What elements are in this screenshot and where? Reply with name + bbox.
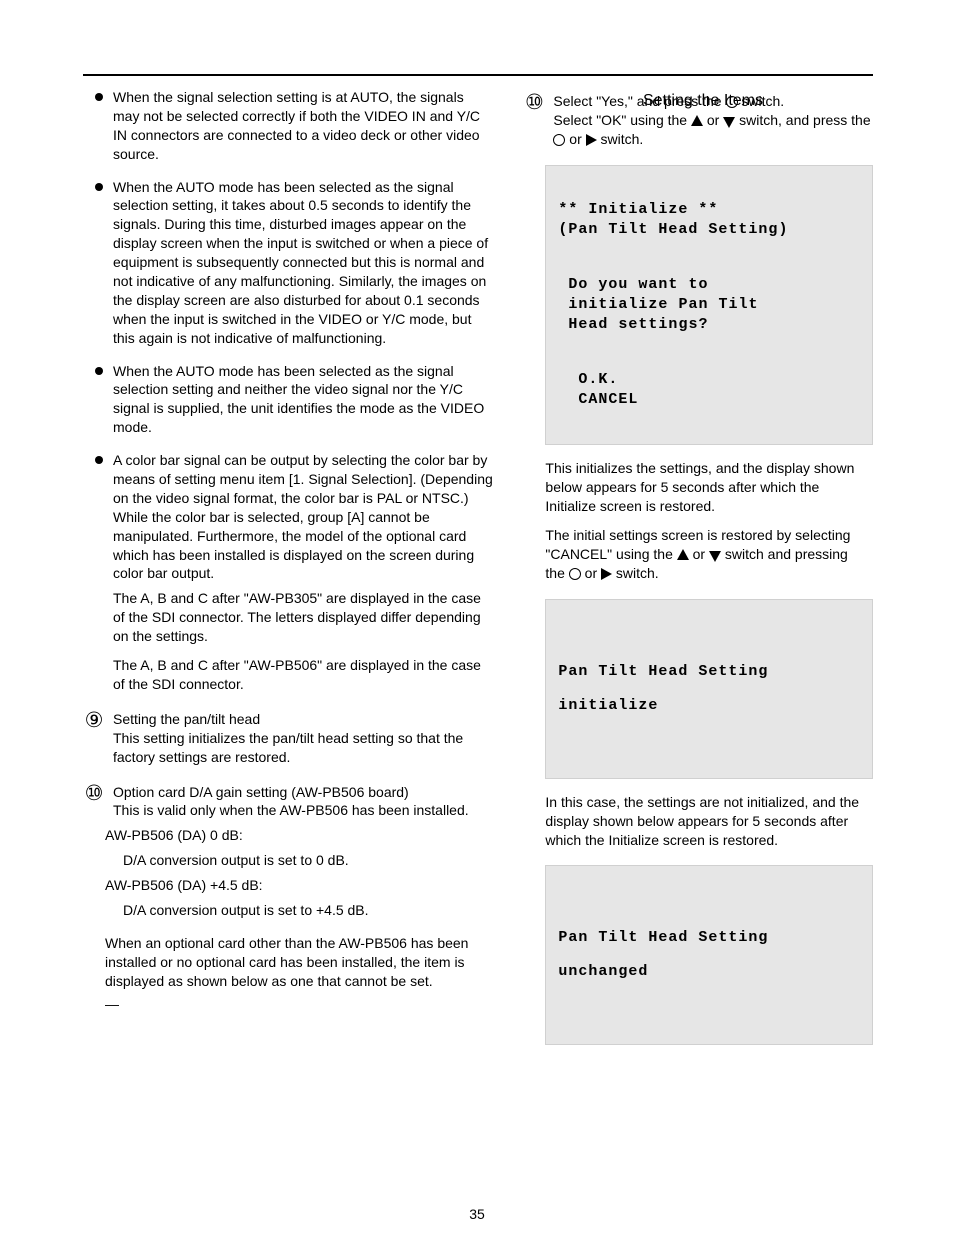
bullet-item: When the signal selection setting is at …: [83, 88, 493, 164]
circled-number-10-icon: ⑩: [523, 92, 545, 113]
note-text: The A, B and C after "AW-PB506" are disp…: [113, 656, 493, 694]
step-title: Option card D/A gain setting (AW-PB506 b…: [113, 783, 493, 802]
step-line: Select "OK" using the or switch, and pre…: [553, 111, 873, 130]
lcd-screen: Pan Tilt Head Setting initialize: [545, 599, 873, 779]
arrow-up-icon: [677, 549, 689, 560]
note-text: The A, B and C after "AW-PB305" are disp…: [113, 589, 493, 646]
screen-line: unchanged: [558, 962, 860, 982]
screen-line: (Pan Tilt Head Setting): [558, 221, 788, 238]
step-body: This is valid only when the AW-PB506 has…: [113, 801, 493, 820]
no-item-dash: —: [105, 995, 493, 1014]
arrow-right-icon: [586, 134, 597, 146]
step-title: Setting the pan/tilt head: [113, 710, 493, 729]
bullet-icon: [95, 456, 103, 464]
enter-icon: [553, 134, 565, 146]
step-line: AW-PB506 (DA) 0 dB:: [105, 826, 493, 845]
paragraph: In this case, the settings are not initi…: [545, 793, 873, 850]
right-column: ⑩ Select "Yes," and press the switch. Se…: [523, 82, 873, 1045]
step-body: This setting initializes the pan/tilt he…: [113, 729, 493, 767]
left-column: When the signal selection setting is at …: [83, 82, 493, 1045]
step-line: D/A conversion output is set to +4.5 dB.: [123, 901, 493, 920]
screen-line: Pan Tilt Head Setting: [558, 928, 860, 948]
page-title: Setting the Items: [643, 90, 763, 112]
screen-line: ** Initialize **: [558, 201, 718, 218]
bullet-text: When the signal selection setting is at …: [113, 88, 493, 164]
circled-number-9-icon: ⑨: [83, 710, 105, 731]
bullet-item: A color bar signal can be output by sele…: [83, 451, 493, 583]
screen-line: Head settings?: [558, 316, 708, 333]
screen-line: Pan Tilt Head Setting: [558, 662, 860, 682]
paragraph: The initial settings screen is restored …: [545, 526, 873, 564]
step-row: ⑩ Option card D/A gain setting (AW-PB506…: [83, 783, 493, 821]
arrow-down-icon: [723, 117, 735, 128]
horizontal-rule: [83, 74, 873, 76]
bullet-item: When the AUTO mode has been selected as …: [83, 362, 493, 438]
step-line: D/A conversion output is set to 0 dB.: [123, 851, 493, 870]
page-number: 35: [0, 1205, 954, 1224]
screen-line: Do you want to: [558, 276, 708, 293]
paragraph: the or switch.: [545, 564, 873, 583]
enter-icon: [726, 96, 738, 108]
step-row: ⑨ Setting the pan/tilt head This setting…: [83, 710, 493, 767]
screen-line: initialize Pan Tilt: [558, 296, 758, 313]
step-line: AW-PB506 (DA) +4.5 dB:: [105, 876, 493, 895]
enter-icon: [569, 568, 581, 580]
bullet-item: When the AUTO mode has been selected as …: [83, 178, 493, 348]
paragraph: This initializes the settings, and the d…: [545, 459, 873, 516]
lcd-screen: Pan Tilt Head Setting unchanged: [545, 865, 873, 1045]
screen-line: initialize: [558, 696, 860, 716]
arrow-down-icon: [709, 551, 721, 562]
screen-line-ok[interactable]: O.K.: [558, 371, 618, 388]
lcd-screen: ** Initialize ** (Pan Tilt Head Setting)…: [545, 165, 873, 446]
bullet-text: A color bar signal can be output by sele…: [113, 451, 493, 583]
arrow-right-icon: [601, 568, 612, 580]
bullet-icon: [95, 367, 103, 375]
step-line: or switch.: [553, 130, 873, 149]
bullet-text: When the AUTO mode has been selected as …: [113, 362, 493, 438]
circled-number-10-icon: ⑩: [83, 783, 105, 804]
step-note: When an optional card other than the AW-…: [105, 934, 493, 991]
screen-line-cancel[interactable]: CANCEL: [558, 391, 638, 408]
bullet-icon: [95, 183, 103, 191]
bullet-icon: [95, 93, 103, 101]
bullet-text: When the AUTO mode has been selected as …: [113, 178, 493, 348]
arrow-up-icon: [691, 115, 703, 126]
